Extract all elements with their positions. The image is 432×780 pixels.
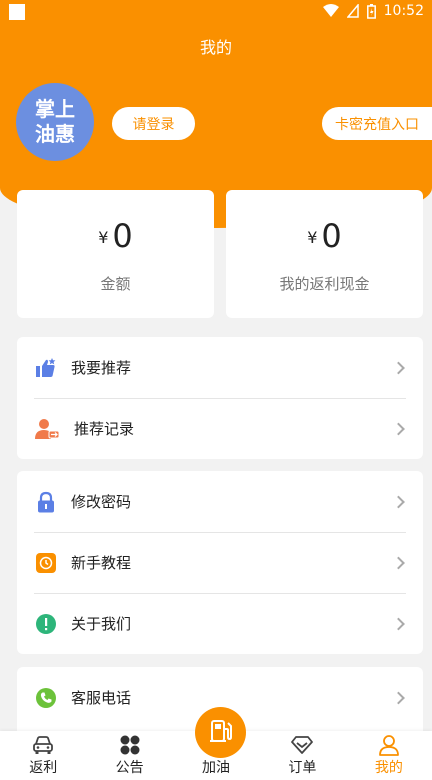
thumbs-up-icon xyxy=(35,357,57,379)
status-time: 10:52 xyxy=(383,3,424,19)
fuel-pump-icon xyxy=(207,717,235,749)
nav-item-orders[interactable]: 订单 xyxy=(259,731,345,780)
menu-label: 我要推荐 xyxy=(71,359,132,377)
nav-label: 公告 xyxy=(115,760,144,776)
status-icons: 10:52 xyxy=(322,3,424,19)
notification-icon xyxy=(9,4,25,20)
menu-item-tutorial[interactable]: 新手教程 xyxy=(17,532,423,593)
menu-item-recommend-records[interactable]: 推荐记录 xyxy=(17,398,423,459)
nav-item-mine[interactable]: 我的 xyxy=(346,731,432,780)
balance-label: 金额 xyxy=(100,275,131,293)
menu-item-change-password[interactable]: 修改密码 xyxy=(17,471,423,532)
chevron-right-icon xyxy=(392,361,405,374)
currency-symbol: ¥ xyxy=(307,228,318,247)
chevron-right-icon xyxy=(392,556,405,569)
person-icon xyxy=(378,734,400,756)
balance-value: ¥0 xyxy=(17,217,214,255)
balance-card[interactable]: ¥0 金额 xyxy=(17,190,214,318)
tutorial-icon xyxy=(35,552,57,574)
nav-label: 返利 xyxy=(29,760,58,776)
user-record-icon xyxy=(35,418,60,440)
balance-amount: 0 xyxy=(112,217,133,255)
page-title: 我的 xyxy=(199,38,232,57)
avatar[interactable]: 掌上 油惠 xyxy=(16,83,94,161)
chevron-right-icon xyxy=(392,691,405,704)
menu-group-settings: 修改密码 新手教程 关于我们 xyxy=(17,471,423,654)
menu-item-about-us[interactable]: 关于我们 xyxy=(17,593,423,654)
currency-symbol: ¥ xyxy=(98,228,109,247)
fuel-pump-button[interactable] xyxy=(195,707,246,758)
nav-label: 订单 xyxy=(288,760,317,776)
car-icon xyxy=(32,734,54,756)
menu-label: 新手教程 xyxy=(71,554,132,572)
chevron-right-icon xyxy=(392,422,405,435)
recharge-entry-button[interactable]: 卡密充值入口 xyxy=(322,107,432,140)
menu-label: 修改密码 xyxy=(71,493,132,511)
avatar-text-line2: 油惠 xyxy=(35,122,75,146)
menu-label: 关于我们 xyxy=(71,615,132,633)
menu-label: 推荐记录 xyxy=(74,420,135,438)
menu-label: 客服电话 xyxy=(71,689,132,707)
nav-label: 我的 xyxy=(374,760,403,776)
login-button[interactable]: 请登录 xyxy=(112,107,195,140)
chevron-right-icon xyxy=(392,617,405,630)
nav-item-rebate[interactable]: 返利 xyxy=(0,731,86,780)
menu-item-recommend[interactable]: 我要推荐 xyxy=(17,337,423,398)
rebate-value: ¥0 xyxy=(226,217,423,255)
lock-icon xyxy=(35,491,57,513)
wifi-icon xyxy=(322,4,339,17)
chevron-right-icon xyxy=(392,495,405,508)
nav-item-notice[interactable]: 公告 xyxy=(86,731,172,780)
status-bar: 10:52 xyxy=(0,0,432,26)
diamond-icon xyxy=(291,734,314,756)
nav-label: 加油 xyxy=(202,760,231,776)
phone-icon xyxy=(35,687,57,709)
menu-group-referral: 我要推荐 推荐记录 xyxy=(17,337,423,459)
grid-icon xyxy=(119,734,141,756)
battery-icon xyxy=(366,3,376,19)
signal-icon xyxy=(346,4,359,18)
rebate-label: 我的返利现金 xyxy=(279,275,370,293)
rebate-card[interactable]: ¥0 我的返利现金 xyxy=(226,190,423,318)
rebate-amount: 0 xyxy=(321,217,342,255)
avatar-text-line1: 掌上 xyxy=(35,97,75,121)
info-icon xyxy=(35,613,57,635)
